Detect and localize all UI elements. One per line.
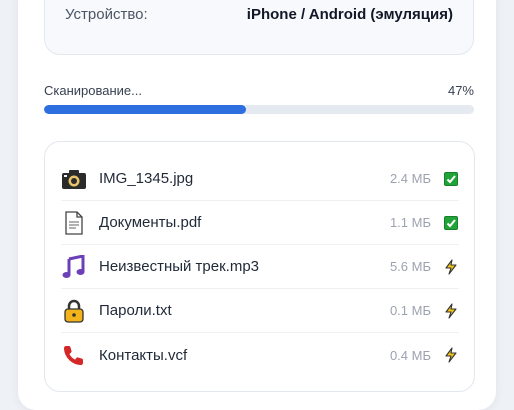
list-item[interactable]: IMG_1345.jpg 2.4 МБ bbox=[61, 157, 459, 201]
file-name: Контакты.vcf bbox=[99, 346, 188, 364]
lightning-icon bbox=[443, 347, 459, 363]
progress-fill bbox=[44, 105, 247, 114]
list-item[interactable]: Документы.pdf 1.1 МБ bbox=[61, 201, 459, 245]
list-item[interactable]: Неизвестный трек.mp3 5.6 МБ bbox=[61, 245, 459, 289]
list-item[interactable]: Контакты.vcf 0.4 МБ bbox=[61, 333, 459, 377]
device-card: Устройство: iPhone / Android (эмуляция) bbox=[44, 0, 474, 55]
list-item[interactable]: Пароли.txt 0.1 МБ bbox=[61, 289, 459, 333]
file-name: Пароли.txt bbox=[99, 302, 172, 319]
file-name: IMG_1345.jpg bbox=[99, 170, 194, 187]
music-note-icon bbox=[61, 254, 87, 280]
done-checkbox-icon bbox=[443, 215, 459, 231]
done-checkbox-icon bbox=[443, 171, 459, 187]
scan-percent: 47% bbox=[447, 83, 474, 98]
document-icon bbox=[61, 210, 87, 236]
file-name: Документы.pdf bbox=[99, 214, 202, 231]
file-list: IMG_1345.jpg 2.4 МБ Документы.pdf 1.1 МБ bbox=[44, 141, 475, 392]
lightning-icon bbox=[443, 302, 459, 319]
phone-icon bbox=[61, 342, 87, 368]
camera-icon bbox=[61, 166, 87, 192]
file-size: 0.4 МБ bbox=[389, 347, 431, 363]
file-size: 2.4 МБ bbox=[389, 171, 431, 186]
file-size: 1.1 МБ bbox=[389, 215, 431, 230]
lightning-icon bbox=[443, 258, 459, 275]
file-size: 5.6 МБ bbox=[389, 259, 431, 274]
device-label: Устройство: bbox=[65, 6, 148, 23]
progress-bar bbox=[44, 105, 474, 114]
lock-icon bbox=[61, 298, 87, 324]
file-size: 0.1 МБ bbox=[389, 303, 431, 318]
scan-status-label: Сканирование... bbox=[44, 83, 142, 98]
file-name: Неизвестный трек.mp3 bbox=[99, 258, 260, 275]
device-value: iPhone / Android (эмуляция) bbox=[246, 6, 453, 23]
